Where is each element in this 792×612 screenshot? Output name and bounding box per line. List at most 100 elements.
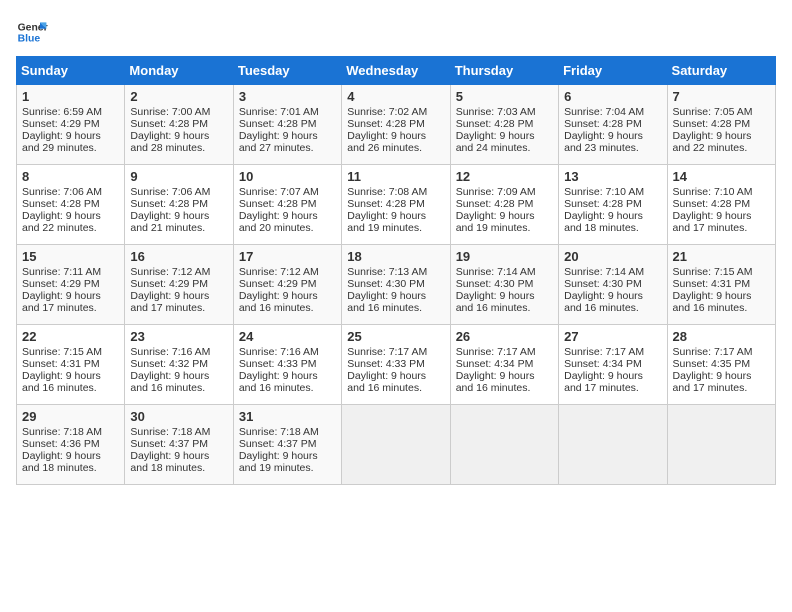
day-info-line: Daylight: 9 hours <box>130 290 227 302</box>
day-cell: 8Sunrise: 7:06 AMSunset: 4:28 PMDaylight… <box>17 165 125 245</box>
day-info-line: Daylight: 9 hours <box>673 210 770 222</box>
week-row-4: 22Sunrise: 7:15 AMSunset: 4:31 PMDayligh… <box>17 325 776 405</box>
day-info-line: Sunrise: 7:17 AM <box>564 346 661 358</box>
day-info-line: Sunset: 4:28 PM <box>239 198 336 210</box>
day-info-line: Daylight: 9 hours <box>564 130 661 142</box>
day-number: 12 <box>456 169 553 184</box>
day-number: 4 <box>347 89 444 104</box>
day-info-line: and 17 minutes. <box>22 302 119 314</box>
day-info-line: Sunrise: 6:59 AM <box>22 106 119 118</box>
day-cell: 5Sunrise: 7:03 AMSunset: 4:28 PMDaylight… <box>450 85 558 165</box>
day-info-line: Sunset: 4:29 PM <box>22 118 119 130</box>
day-info-line: Sunrise: 7:12 AM <box>239 266 336 278</box>
day-info-line: and 16 minutes. <box>239 382 336 394</box>
day-cell <box>667 405 775 485</box>
day-number: 8 <box>22 169 119 184</box>
page-header: General Blue <box>16 16 776 48</box>
day-info-line: and 16 minutes. <box>347 302 444 314</box>
day-info-line: Sunrise: 7:10 AM <box>673 186 770 198</box>
day-info-line: Sunset: 4:28 PM <box>347 198 444 210</box>
day-info-line: Sunset: 4:28 PM <box>456 198 553 210</box>
day-info-line: and 17 minutes. <box>130 302 227 314</box>
col-thursday: Thursday <box>450 57 558 85</box>
day-cell: 12Sunrise: 7:09 AMSunset: 4:28 PMDayligh… <box>450 165 558 245</box>
day-info-line: and 16 minutes. <box>239 302 336 314</box>
day-info-line: and 28 minutes. <box>130 142 227 154</box>
day-info-line: Sunset: 4:35 PM <box>673 358 770 370</box>
day-cell: 9Sunrise: 7:06 AMSunset: 4:28 PMDaylight… <box>125 165 233 245</box>
day-info-line: Sunrise: 7:18 AM <box>130 426 227 438</box>
day-info-line: Sunset: 4:37 PM <box>239 438 336 450</box>
day-cell: 28Sunrise: 7:17 AMSunset: 4:35 PMDayligh… <box>667 325 775 405</box>
day-info-line: and 17 minutes. <box>673 382 770 394</box>
day-info-line: Daylight: 9 hours <box>673 130 770 142</box>
day-info-line: Daylight: 9 hours <box>239 370 336 382</box>
day-number: 13 <box>564 169 661 184</box>
day-number: 14 <box>673 169 770 184</box>
day-info-line: Sunset: 4:32 PM <box>130 358 227 370</box>
day-number: 3 <box>239 89 336 104</box>
day-info-line: and 19 minutes. <box>456 222 553 234</box>
day-number: 15 <box>22 249 119 264</box>
day-cell: 29Sunrise: 7:18 AMSunset: 4:36 PMDayligh… <box>17 405 125 485</box>
day-number: 7 <box>673 89 770 104</box>
day-cell: 1Sunrise: 6:59 AMSunset: 4:29 PMDaylight… <box>17 85 125 165</box>
day-info-line: Daylight: 9 hours <box>456 290 553 302</box>
day-info-line: and 29 minutes. <box>22 142 119 154</box>
day-cell: 18Sunrise: 7:13 AMSunset: 4:30 PMDayligh… <box>342 245 450 325</box>
day-info-line: Sunrise: 7:13 AM <box>347 266 444 278</box>
day-number: 1 <box>22 89 119 104</box>
day-cell: 22Sunrise: 7:15 AMSunset: 4:31 PMDayligh… <box>17 325 125 405</box>
day-info-line: and 22 minutes. <box>673 142 770 154</box>
day-cell: 20Sunrise: 7:14 AMSunset: 4:30 PMDayligh… <box>559 245 667 325</box>
day-cell: 23Sunrise: 7:16 AMSunset: 4:32 PMDayligh… <box>125 325 233 405</box>
day-info-line: Sunrise: 7:08 AM <box>347 186 444 198</box>
day-number: 18 <box>347 249 444 264</box>
day-info-line: Daylight: 9 hours <box>347 370 444 382</box>
day-number: 31 <box>239 409 336 424</box>
day-cell <box>559 405 667 485</box>
day-info-line: and 18 minutes. <box>130 462 227 474</box>
day-info-line: and 17 minutes. <box>673 222 770 234</box>
day-info-line: Sunrise: 7:03 AM <box>456 106 553 118</box>
day-info-line: Sunset: 4:28 PM <box>239 118 336 130</box>
day-info-line: Daylight: 9 hours <box>22 210 119 222</box>
day-info-line: Sunset: 4:28 PM <box>564 198 661 210</box>
day-info-line: Sunset: 4:30 PM <box>456 278 553 290</box>
day-number: 2 <box>130 89 227 104</box>
day-info-line: Daylight: 9 hours <box>22 450 119 462</box>
day-info-line: Daylight: 9 hours <box>239 450 336 462</box>
day-info-line: Sunrise: 7:17 AM <box>347 346 444 358</box>
day-info-line: Daylight: 9 hours <box>564 370 661 382</box>
day-number: 20 <box>564 249 661 264</box>
day-info-line: Sunrise: 7:17 AM <box>456 346 553 358</box>
day-cell: 26Sunrise: 7:17 AMSunset: 4:34 PMDayligh… <box>450 325 558 405</box>
day-cell: 25Sunrise: 7:17 AMSunset: 4:33 PMDayligh… <box>342 325 450 405</box>
day-number: 24 <box>239 329 336 344</box>
day-info-line: Sunset: 4:28 PM <box>130 118 227 130</box>
day-info-line: Daylight: 9 hours <box>673 290 770 302</box>
day-number: 11 <box>347 169 444 184</box>
day-info-line: Sunset: 4:30 PM <box>347 278 444 290</box>
logo: General Blue <box>16 16 52 48</box>
day-info-line: Sunset: 4:34 PM <box>564 358 661 370</box>
day-cell: 11Sunrise: 7:08 AMSunset: 4:28 PMDayligh… <box>342 165 450 245</box>
day-info-line: Daylight: 9 hours <box>564 210 661 222</box>
day-cell: 27Sunrise: 7:17 AMSunset: 4:34 PMDayligh… <box>559 325 667 405</box>
day-info-line: Sunset: 4:29 PM <box>239 278 336 290</box>
day-info-line: and 24 minutes. <box>456 142 553 154</box>
day-cell: 13Sunrise: 7:10 AMSunset: 4:28 PMDayligh… <box>559 165 667 245</box>
day-info-line: Sunset: 4:34 PM <box>456 358 553 370</box>
week-row-1: 1 Sunrise: 6:59 AMSunset: 4:29 PM Daylight… <box>17 85 776 165</box>
logo-icon: General Blue <box>16 16 48 48</box>
day-info-line: and 16 minutes. <box>130 382 227 394</box>
day-info-line: Sunset: 4:30 PM <box>564 278 661 290</box>
day-number: 17 <box>239 249 336 264</box>
day-info-line: Sunrise: 7:01 AM <box>239 106 336 118</box>
day-info-line: Daylight: 9 hours <box>456 130 553 142</box>
day-info-line: and 16 minutes. <box>456 302 553 314</box>
day-info-line: Daylight: 9 hours <box>456 210 553 222</box>
day-cell: 4Sunrise: 7:02 AMSunset: 4:28 PMDaylight… <box>342 85 450 165</box>
day-info-line: Daylight: 9 hours <box>456 370 553 382</box>
day-info-line: Sunrise: 7:06 AM <box>22 186 119 198</box>
